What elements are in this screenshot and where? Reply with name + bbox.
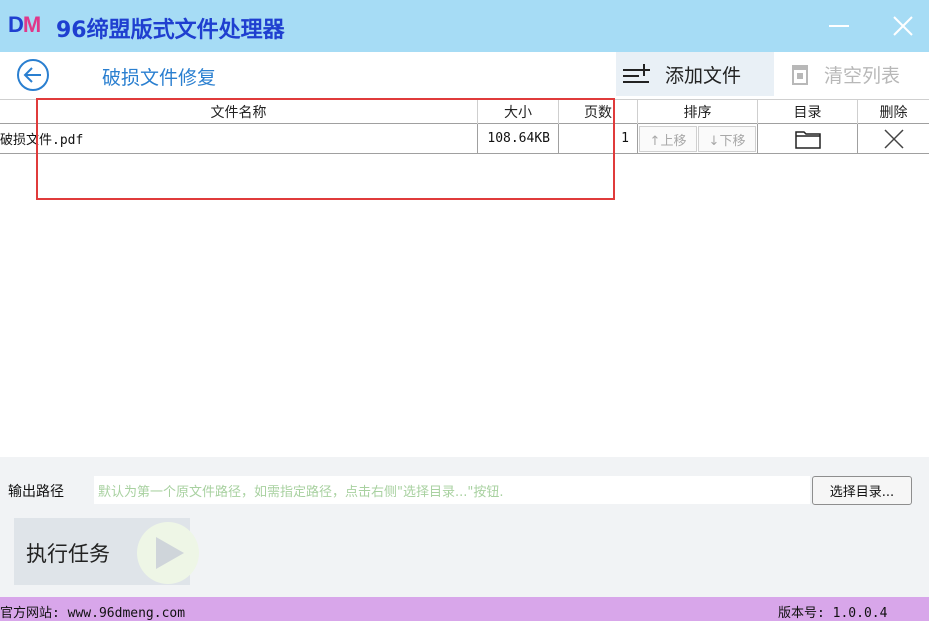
run-task-button[interactable]: 执行任务 [14, 518, 199, 585]
status-bar: 官方网站: www.96dmeng.com 版本号: 1.0.0.4 [0, 597, 929, 621]
header-delete[interactable]: 删除 [858, 100, 929, 124]
app-logo: DM [8, 12, 41, 38]
add-file-label: 添加文件 [665, 64, 742, 87]
folder-icon[interactable] [794, 129, 821, 149]
output-path-label: 输出路径 [8, 484, 64, 500]
directory-cell [758, 124, 858, 153]
delete-x-icon[interactable] [883, 128, 905, 150]
page-title: 破损文件修复 [102, 67, 217, 89]
clear-list-label: 清空列表 [824, 64, 901, 87]
move-up-button[interactable]: ↑上移 [639, 126, 697, 152]
output-panel: 输出路径 默认为第一个原文件路径，如需指定路径，点击右侧"选择目录..."按钮.… [0, 457, 929, 597]
clear-list-button[interactable]: 清空列表 [780, 52, 929, 96]
highlight-box [36, 98, 615, 200]
back-arrow-icon [17, 59, 49, 91]
add-file-button[interactable]: 添加文件 [616, 52, 774, 96]
toolbar: 破损文件修复 添加文件 清空列表 [0, 52, 929, 98]
logo-d: D [8, 12, 24, 37]
play-icon [137, 522, 199, 584]
title-bar: DM 96缔盟版式文件处理器 [0, 0, 929, 52]
trash-icon [792, 65, 808, 85]
sort-cell: ↑上移 ↓下移 [638, 124, 758, 153]
choose-directory-button[interactable]: 选择目录... [812, 476, 912, 505]
header-dir[interactable]: 目录 [758, 100, 858, 124]
logo-m: M [22, 12, 41, 37]
output-path-input[interactable]: 默认为第一个原文件路径，如需指定路径，点击右侧"选择目录..."按钮. [94, 476, 810, 504]
minimize-icon [829, 25, 849, 27]
header-sort[interactable]: 排序 [638, 100, 758, 124]
close-window-button[interactable] [878, 0, 928, 52]
version-label: 版本号: 1.0.0.4 [778, 606, 888, 621]
app-window: DM 96缔盟版式文件处理器 破损文件修复 添加文件 清空列表 文件名称 大小 … [0, 0, 929, 621]
run-task-label: 执行任务 [26, 542, 110, 566]
close-icon [893, 16, 913, 36]
delete-cell [858, 124, 929, 153]
official-website[interactable]: 官方网站: www.96dmeng.com [0, 602, 185, 621]
app-title: 96缔盟版式文件处理器 [56, 18, 285, 43]
add-list-icon [623, 64, 650, 83]
minimize-button[interactable] [814, 0, 864, 52]
back-button[interactable] [16, 58, 50, 92]
move-down-button[interactable]: ↓下移 [698, 126, 756, 152]
